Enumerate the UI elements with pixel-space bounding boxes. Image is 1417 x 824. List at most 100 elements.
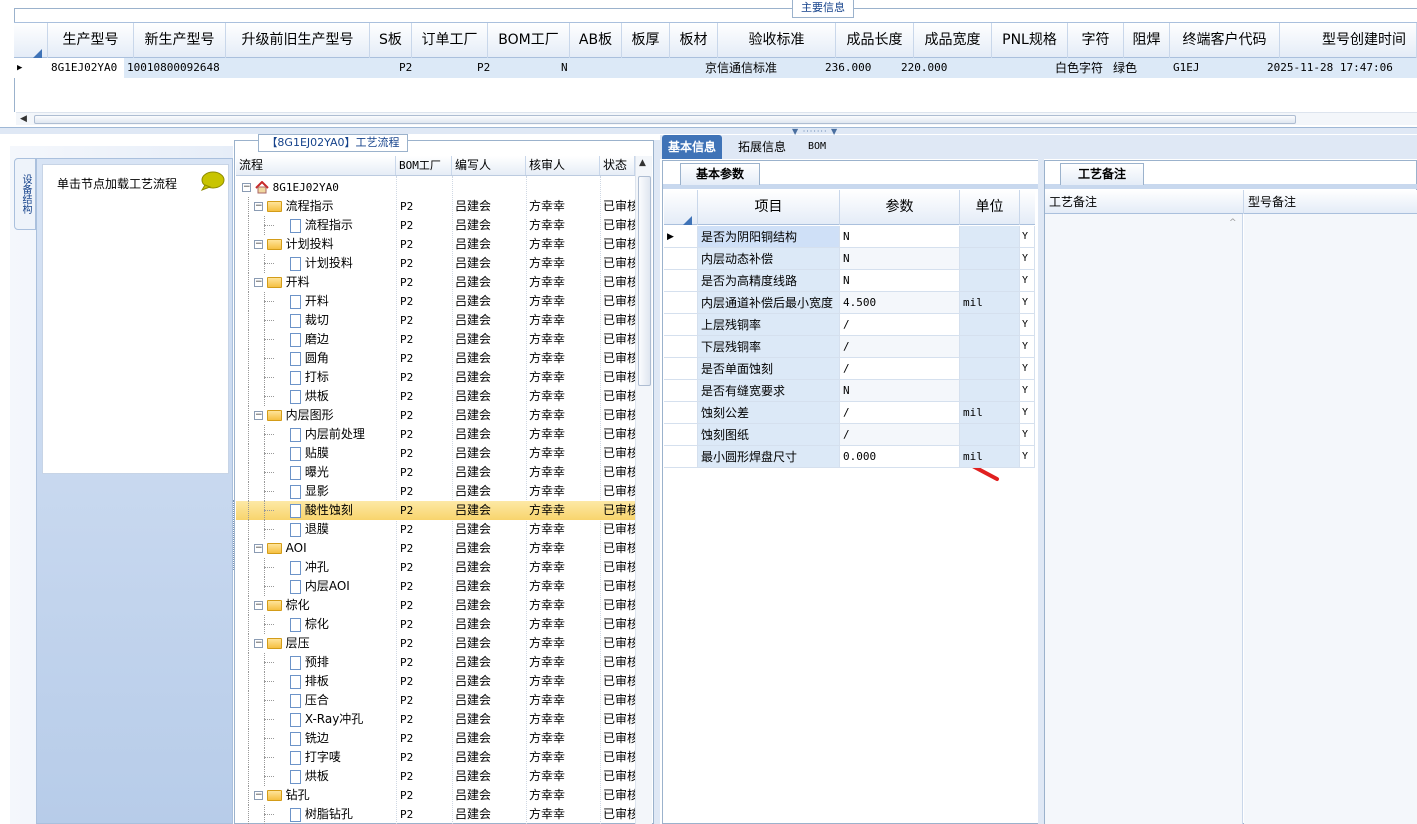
param-column-header[interactable]: 参数	[840, 190, 960, 225]
param-value[interactable]: /	[840, 402, 960, 424]
tree-node[interactable]: 压合	[290, 691, 396, 710]
tree-node[interactable]: 贴膜	[290, 444, 396, 463]
column-header[interactable]: S板	[370, 23, 412, 58]
cell-ab-board[interactable]: N	[558, 58, 622, 78]
tab-extended-info[interactable]: 拓展信息	[732, 135, 792, 159]
cell-old-model[interactable]	[226, 58, 370, 78]
column-header[interactable]: 成品宽度	[914, 23, 992, 58]
column-header[interactable]: PNL规格	[992, 23, 1068, 58]
collapse-icon[interactable]: −	[242, 183, 251, 192]
tree-row[interactable]: − 层压 P2 吕建会 方幸幸 已审核	[236, 634, 635, 653]
param-value[interactable]: 0.000	[840, 446, 960, 468]
horizontal-splitter[interactable]: ▼ ······· ▼	[0, 127, 1417, 136]
param-row[interactable]: 内层动态补偿 N Y	[664, 248, 1035, 270]
param-column-header[interactable]: 项目	[698, 190, 840, 225]
tree-row[interactable]: 排板 P2 吕建会 方幸幸 已审核	[236, 672, 635, 691]
tree-column-header[interactable]: BOM工厂	[396, 156, 452, 175]
collapse-icon[interactable]: −	[254, 791, 263, 800]
tree-row[interactable]: 烘板 P2 吕建会 方幸幸 已审核	[236, 387, 635, 406]
param-value[interactable]: /	[840, 424, 960, 446]
tree-row[interactable]: 压合 P2 吕建会 方幸幸 已审核	[236, 691, 635, 710]
tree-node[interactable]: 打字唛	[290, 748, 396, 767]
tree-row[interactable]: 冲孔 P2 吕建会 方幸幸 已审核	[236, 558, 635, 577]
param-row[interactable]: 是否单面蚀刻 / Y	[664, 358, 1035, 380]
tree-node[interactable]: − 开料	[254, 273, 396, 292]
param-value[interactable]: /	[840, 314, 960, 336]
tree-row[interactable]: − 计划投料 P2 吕建会 方幸幸 已审核	[236, 235, 635, 254]
param-row[interactable]: 蚀刻公差 / mil Y	[664, 402, 1035, 424]
tree-row[interactable]: 预排 P2 吕建会 方幸幸 已审核	[236, 653, 635, 672]
tree-node[interactable]: 冲孔	[290, 558, 396, 577]
scrollbar-thumb[interactable]	[638, 176, 651, 386]
cell-width[interactable]: 220.000	[898, 58, 992, 78]
tree-node[interactable]: 铣边	[290, 729, 396, 748]
tree-column-header[interactable]: 核审人	[526, 156, 600, 175]
collapse-icon[interactable]: −	[254, 278, 263, 287]
cell-thickness[interactable]	[622, 58, 670, 78]
process-notes-area[interactable]: ^	[1045, 214, 1243, 824]
param-value[interactable]: /	[840, 336, 960, 358]
cell-new-model[interactable]: 10010800092648	[124, 58, 226, 78]
scroll-left-icon[interactable]: ◀	[20, 114, 27, 124]
column-header[interactable]: 板材	[670, 23, 718, 58]
param-value[interactable]: N	[840, 270, 960, 292]
tree-row[interactable]: − AOI P2 吕建会 方幸幸 已审核	[236, 539, 635, 558]
tree-row[interactable]: − 钻孔 P2 吕建会 方幸幸 已审核	[236, 786, 635, 805]
tree-row[interactable]: 圆角 P2 吕建会 方幸幸 已审核	[236, 349, 635, 368]
tree-column-header[interactable]: 流程	[236, 156, 396, 175]
tree-node[interactable]: 打标	[290, 368, 396, 387]
tree-node[interactable]: 预排	[290, 653, 396, 672]
param-row[interactable]: 是否有缝宽要求 N Y	[664, 380, 1035, 402]
tree-row[interactable]: X-Ray冲孔 P2 吕建会 方幸幸 已审核	[236, 710, 635, 729]
column-header[interactable]: 验收标准	[718, 23, 836, 58]
tree-row[interactable]: 树脂钻孔 P2 吕建会 方幸幸 已审核	[236, 805, 635, 824]
tree-node[interactable]: 裁切	[290, 311, 396, 330]
collapse-icon[interactable]: −	[254, 411, 263, 420]
cell-prod-model[interactable]: 8G1EJ02YA0	[48, 58, 124, 78]
tree-row[interactable]: 烘板 P2 吕建会 方幸幸 已审核	[236, 767, 635, 786]
tab-basic-info[interactable]: 基本信息	[662, 135, 723, 159]
tree-node[interactable]: 排板	[290, 672, 396, 691]
cell-created[interactable]: 2025-11-28 17:47:06	[1264, 58, 1417, 78]
cell-char[interactable]: 白色字符	[1052, 58, 1110, 78]
tree-row[interactable]: 棕化 P2 吕建会 方幸幸 已审核	[236, 615, 635, 634]
column-header[interactable]: 终端客户代码	[1170, 23, 1280, 58]
tab-equipment-structure[interactable]: 设备结构	[14, 158, 36, 230]
column-header[interactable]: 成品长度	[836, 23, 914, 58]
param-row[interactable]: 上层残铜率 / Y	[664, 314, 1035, 336]
tree-row[interactable]: 裁切 P2 吕建会 方幸幸 已审核	[236, 311, 635, 330]
tree-row[interactable]: 磨边 P2 吕建会 方幸幸 已审核	[236, 330, 635, 349]
tree-row[interactable]: − 开料 P2 吕建会 方幸幸 已审核	[236, 273, 635, 292]
tab-process-notes[interactable]: 工艺备注	[1060, 163, 1144, 185]
tree-row[interactable]: 贴膜 P2 吕建会 方幸幸 已审核	[236, 444, 635, 463]
cell-pnl[interactable]	[992, 58, 1052, 78]
tree-row[interactable]: 铣边 P2 吕建会 方幸幸 已审核	[236, 729, 635, 748]
column-header[interactable]: 字符	[1068, 23, 1124, 58]
tab-bom[interactable]: BOM	[802, 135, 832, 159]
tree-node[interactable]: − 计划投料	[254, 235, 396, 254]
column-header[interactable]: 板厚	[622, 23, 670, 58]
column-header[interactable]: 型号创建时间	[1280, 23, 1417, 58]
tree-node[interactable]: 流程指示	[290, 216, 396, 235]
collapse-icon[interactable]: −	[254, 544, 263, 553]
column-header[interactable]: 订单工厂	[412, 23, 488, 58]
tree-row[interactable]: − 棕化 P2 吕建会 方幸幸 已审核	[236, 596, 635, 615]
cell-customer[interactable]: G1EJ	[1170, 58, 1264, 78]
param-row[interactable]: ▶ 是否为阴阳铜结构 N Y	[664, 226, 1035, 248]
vertical-splitter[interactable]	[654, 140, 660, 824]
param-column-header[interactable]: 单位	[960, 190, 1020, 225]
tree-row[interactable]: 打字唛 P2 吕建会 方幸幸 已审核	[236, 748, 635, 767]
tree-node[interactable]: 开料	[290, 292, 396, 311]
tree-row[interactable]: 显影 P2 吕建会 方幸幸 已审核	[236, 482, 635, 501]
tree-row[interactable]: 曝光 P2 吕建会 方幸幸 已审核	[236, 463, 635, 482]
tree-node[interactable]: 烘板	[290, 387, 396, 406]
process-tree[interactable]: − 8G1EJ02YA0− 流程指示 P2 吕建会 方幸幸 已审核 流程指示 P2 吕建会方…	[236, 176, 635, 824]
tree-node[interactable]: − 钻孔	[254, 786, 396, 805]
main-grid-row[interactable]: ▶ 8G1EJ02YA0 10010800092648 P2 P2 N 京信通信标准 236.…	[14, 58, 1417, 78]
column-header[interactable]: BOM工厂	[488, 23, 570, 58]
tree-column-header[interactable]: 编写人	[452, 156, 526, 175]
scrollbar-thumb[interactable]	[34, 115, 1296, 124]
tree-node[interactable]: 退膜	[290, 520, 396, 539]
cell-solder[interactable]: 绿色	[1110, 58, 1170, 78]
param-row[interactable]: 最小圆形焊盘尺寸 0.000 mil Y	[664, 446, 1035, 468]
